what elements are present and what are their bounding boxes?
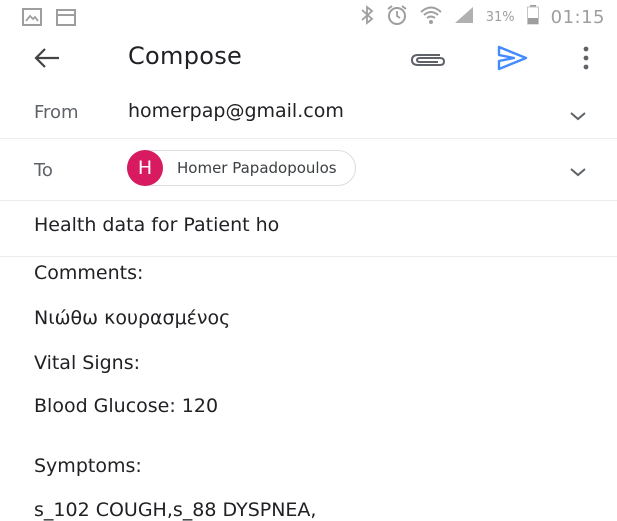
recipient-chip[interactable]: H Homer Papadopoulos <box>127 150 356 186</box>
back-button[interactable] <box>34 46 60 70</box>
from-label: From <box>34 102 79 123</box>
app-bar: Compose <box>0 34 617 82</box>
body-line-glucose: Blood Glucose: 120 <box>34 395 219 417</box>
more-options-button[interactable] <box>578 44 594 72</box>
chevron-down-icon[interactable] <box>569 110 587 122</box>
body-line-comment: Νιώθω κουρασμένος <box>34 307 231 329</box>
from-field[interactable]: homerpap@gmail.com <box>128 100 344 122</box>
alarm-icon <box>386 4 408 31</box>
battery-percent: 31% <box>485 10 515 25</box>
recipient-name: Homer Papadopoulos <box>177 159 337 177</box>
bluetooth-icon <box>360 5 374 30</box>
avatar: H <box>127 150 163 186</box>
calendar-icon <box>56 8 76 30</box>
gallery-icon <box>22 8 42 30</box>
more-vertical-icon <box>583 46 589 70</box>
status-left <box>22 8 76 30</box>
chevron-down-icon[interactable] <box>569 166 587 178</box>
paperclip-icon <box>410 54 446 66</box>
status-bar: 31% 01:15 <box>0 0 617 34</box>
page-title: Compose <box>128 42 243 70</box>
send-button[interactable] <box>496 44 528 72</box>
to-label: To <box>34 160 53 181</box>
clock: 01:15 <box>550 7 605 28</box>
attach-button[interactable] <box>410 48 446 70</box>
battery-icon <box>526 5 539 30</box>
body-line-symptoms: s_102 COUGH,s_88 DYSPNEA, <box>34 499 317 521</box>
signal-icon <box>454 6 474 29</box>
subject-field[interactable]: Health data for Patient ho <box>34 214 594 236</box>
body-line-vitals-label: Vital Signs: <box>34 352 141 374</box>
body-line-symptoms-label: Symptoms: <box>34 455 142 477</box>
to-row: To H Homer Papadopoulos <box>0 138 617 201</box>
wifi-icon <box>420 5 442 30</box>
from-row: From homerpap@gmail.com <box>0 88 617 139</box>
arrow-left-icon <box>34 48 59 68</box>
status-right: 31% 01:15 <box>360 4 605 31</box>
subject-row: Health data for Patient ho <box>0 200 617 257</box>
send-icon <box>497 45 528 71</box>
body-line-comments-label: Comments: <box>34 262 144 284</box>
